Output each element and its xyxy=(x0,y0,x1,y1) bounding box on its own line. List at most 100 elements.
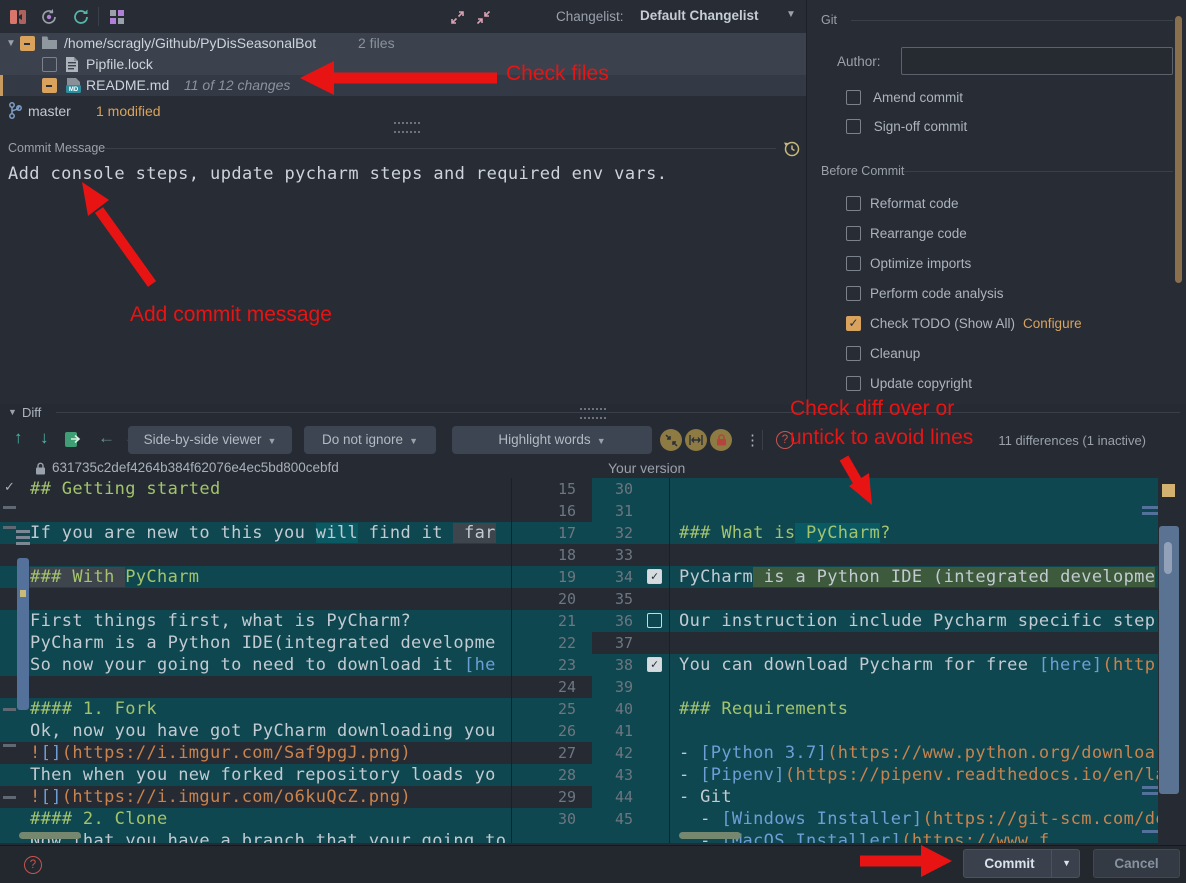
jump-to-source-icon[interactable] xyxy=(64,431,81,448)
splitter-grip[interactable] xyxy=(580,408,606,419)
right-hscrollbar[interactable] xyxy=(679,832,741,839)
chevron-down-icon[interactable]: ▼ xyxy=(786,9,796,20)
diff-row: 2439 xyxy=(0,676,1186,698)
commit-message-input[interactable]: Add console steps, update pycharm steps … xyxy=(8,164,788,184)
file-icon xyxy=(66,57,78,72)
diff-row: #### 1. Fork2540### Requirements xyxy=(0,698,1186,720)
author-input[interactable] xyxy=(901,47,1173,75)
signoff-commit-option[interactable]: Sign-off commit xyxy=(846,112,967,142)
checkbox-label: Optimize imports xyxy=(870,256,971,271)
synchronize-scrolling-icon[interactable] xyxy=(685,429,707,451)
left-hscrollbar[interactable] xyxy=(19,832,81,839)
checkbox-label: Sign-off commit xyxy=(874,119,968,134)
file-meta: 11 of 12 changes xyxy=(184,75,290,96)
commit-icon[interactable] xyxy=(9,8,27,26)
svg-text:MD: MD xyxy=(69,87,79,93)
git-options-panel: Git Author: Amend commit Sign-off commit… xyxy=(806,0,1186,404)
diff-row: 1631 xyxy=(0,500,1186,522)
before-commit-option[interactable]: Perform code analysis xyxy=(846,279,1082,309)
previous-file-icon[interactable]: ← xyxy=(98,428,115,448)
diff-line-checkbox[interactable]: ✓ xyxy=(647,569,662,584)
checkbox[interactable]: ✓ xyxy=(846,316,861,331)
selection-accent xyxy=(0,75,3,96)
checkbox-label: Update copyright xyxy=(870,376,972,391)
diff-headers: 631735c2def4264b384f62076e4ec5bd800cebfd… xyxy=(0,458,1186,478)
viewer-mode-dropdown[interactable]: Side-by-side viewer▼ xyxy=(128,426,292,454)
toolbar-divider xyxy=(98,7,99,26)
changelist-label: Changelist: xyxy=(556,9,624,24)
markdown-file-icon: MD xyxy=(66,78,81,93)
checkbox[interactable] xyxy=(846,226,861,241)
git-panel-title: Git xyxy=(821,13,837,27)
checkbox[interactable] xyxy=(846,119,861,134)
annotation-add-commit-message: Add commit message xyxy=(130,303,332,327)
diff-panel: ▼ Diff ↑ ↓ ← → Side-by-side viewer▼ Do n… xyxy=(0,404,1186,845)
chevron-down-icon[interactable]: ▼ xyxy=(6,33,16,54)
annotation-check-diff-2: untick to avoid lines xyxy=(790,426,973,450)
collapse-unchanged-icon[interactable] xyxy=(660,429,682,451)
next-difference-icon[interactable]: ↓ xyxy=(40,428,49,448)
tree-row-file-selected[interactable]: MD README.md 11 of 12 changes xyxy=(0,75,806,96)
root-meta: 2 files xyxy=(358,33,395,54)
before-commit-option[interactable]: Reformat code xyxy=(846,189,1082,219)
diff-line-checkbox[interactable]: ✓ xyxy=(647,657,662,672)
checkbox[interactable] xyxy=(846,346,861,361)
before-commit-title: Before Commit xyxy=(821,164,904,178)
before-commit-option[interactable]: ✓Check TODO (Show All)Configure xyxy=(846,309,1082,339)
file-checkbox[interactable] xyxy=(42,57,57,72)
chevron-down-icon: ▼ xyxy=(409,436,418,446)
amend-commit-option[interactable]: Amend commit xyxy=(846,83,963,113)
group-by-icon[interactable] xyxy=(108,8,126,26)
commit-button[interactable]: Commit ▼ xyxy=(963,849,1080,878)
checkbox[interactable] xyxy=(846,286,861,301)
cancel-button[interactable]: Cancel xyxy=(1093,849,1180,878)
checkbox[interactable] xyxy=(846,256,861,271)
dialog-footer: ? Commit ▼ Cancel xyxy=(0,845,1186,883)
more-options-icon[interactable]: ⋮ xyxy=(745,431,760,449)
checkbox[interactable] xyxy=(846,90,861,105)
rollback-icon[interactable] xyxy=(40,8,58,26)
panel-scrollbar[interactable] xyxy=(1175,16,1182,283)
lock-icon xyxy=(35,462,46,475)
highlight-mode-dropdown[interactable]: Highlight words▼ xyxy=(452,426,652,454)
diff-body[interactable]: ## Getting started15301631If you are new… xyxy=(0,478,1186,845)
tree-row-root[interactable]: ▼ /home/scragly/Github/PyDisSeasonalBot … xyxy=(0,33,806,54)
diff-row: Now that you have a branch that your goi… xyxy=(0,830,1186,843)
previous-difference-icon[interactable]: ↑ xyxy=(14,428,23,448)
chevron-down-icon[interactable]: ▼ xyxy=(1062,850,1071,877)
collapse-all-icon[interactable] xyxy=(476,10,491,25)
diff-row: 1833 xyxy=(0,544,1186,566)
help-icon[interactable]: ? xyxy=(24,856,42,874)
diff-row: 2035 xyxy=(0,588,1186,610)
author-label: Author: xyxy=(837,54,881,69)
before-commit-option[interactable]: Update copyright xyxy=(846,369,1082,399)
before-commit-option[interactable]: Cleanup xyxy=(846,339,1082,369)
checkbox[interactable] xyxy=(846,376,861,391)
diff-row: ![](https://i.imgur.com/o6kuQcZ.png)2944… xyxy=(0,786,1186,808)
tree-row-file[interactable]: Pipfile.lock xyxy=(0,54,806,75)
root-checkbox[interactable] xyxy=(20,36,35,51)
whitespace-dropdown[interactable]: Do not ignore▼ xyxy=(304,426,436,454)
commit-message-label: Commit Message xyxy=(8,141,105,155)
before-commit-option[interactable]: Optimize imports xyxy=(846,249,1082,279)
file-checkbox[interactable] xyxy=(42,78,57,93)
collapse-section-icon[interactable]: ▼ xyxy=(8,407,17,417)
checkbox-label: Reformat code xyxy=(870,196,959,211)
checkbox[interactable] xyxy=(846,196,861,211)
message-history-icon[interactable] xyxy=(783,140,800,157)
diff-row: ## Getting started1530 xyxy=(0,478,1186,500)
splitter-grip[interactable] xyxy=(394,122,420,133)
changed-files-tree: ▼ /home/scragly/Github/PyDisSeasonalBot … xyxy=(0,33,806,96)
modified-count[interactable]: 1 modified xyxy=(96,103,161,119)
right-pane-stripe xyxy=(1158,478,1186,845)
checkbox-label: Perform code analysis xyxy=(870,286,1004,301)
configure-link[interactable]: Configure xyxy=(1023,316,1082,331)
expand-all-icon[interactable] xyxy=(450,10,465,25)
disable-editing-icon[interactable] xyxy=(710,429,732,451)
before-commit-option[interactable]: Rearrange code xyxy=(846,219,1082,249)
refresh-icon[interactable] xyxy=(72,8,90,26)
base-revision-hash: 631735c2def4264b384f62076e4ec5bd800cebfd xyxy=(52,460,339,475)
branch-name[interactable]: master xyxy=(28,103,71,119)
diff-line-checkbox[interactable] xyxy=(647,613,662,628)
changelist-dropdown[interactable]: Default Changelist xyxy=(640,8,759,23)
